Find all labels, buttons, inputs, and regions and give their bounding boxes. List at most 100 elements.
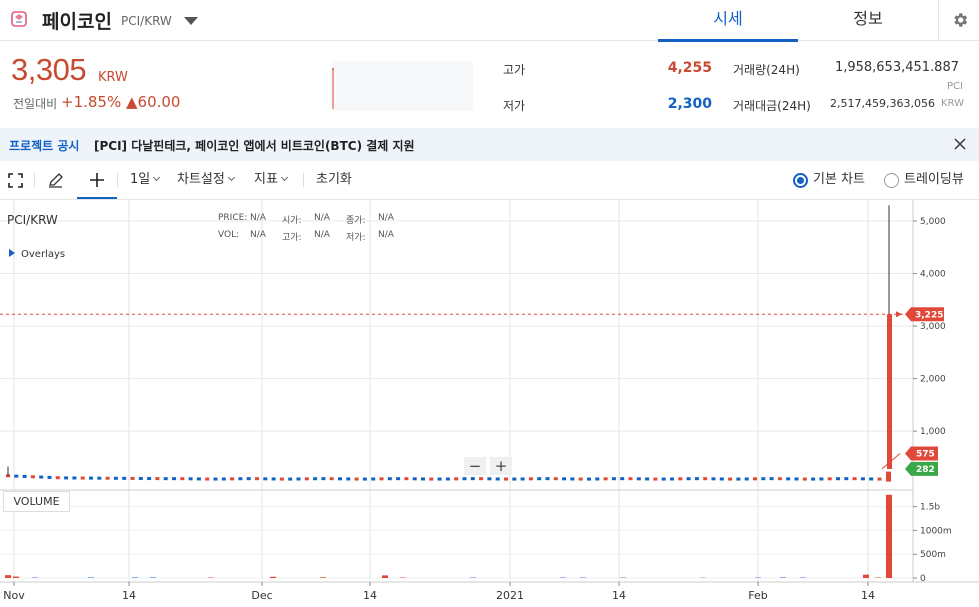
candle — [886, 471, 891, 482]
candle — [138, 476, 143, 480]
candle — [196, 477, 201, 481]
indicators-dropdown[interactable]: 지표 — [254, 161, 288, 199]
last-price-label: 3,225 — [915, 310, 943, 320]
candle — [205, 477, 210, 481]
trade-value-unit: KRW — [941, 98, 964, 109]
candle — [645, 477, 650, 481]
info-low-value: N/A — [378, 230, 394, 240]
candle — [470, 477, 475, 481]
candle — [686, 477, 691, 481]
tradingview-label[interactable]: 트레이딩뷰 — [904, 161, 964, 199]
overlays-label: Overlays — [21, 249, 66, 260]
candle — [786, 477, 791, 481]
candle — [404, 477, 409, 481]
candle — [811, 477, 816, 481]
candle — [246, 477, 251, 481]
tab-info[interactable]: 정보 — [798, 0, 938, 41]
fullscreen-icon[interactable] — [8, 173, 23, 188]
candle — [279, 477, 284, 481]
candle — [744, 477, 749, 481]
low-label: 저가 — [503, 99, 526, 113]
candle — [130, 476, 135, 480]
candle — [887, 314, 892, 469]
trade-value: 2,517,459,363,056 — [830, 97, 935, 110]
candle — [844, 477, 849, 481]
radio-tradingview[interactable] — [884, 173, 899, 188]
x-tick-label: 14 — [861, 589, 875, 602]
radio-basic-chart[interactable] — [793, 173, 808, 188]
close-icon[interactable] — [954, 138, 966, 150]
candle — [379, 477, 384, 481]
price-chart[interactable]: 5,000 4,000 3,000 2,000 1,000 1.5b 1000m 500m 0 N… — [0, 200, 979, 607]
candle — [296, 477, 301, 481]
candle — [362, 477, 367, 481]
candle — [445, 477, 450, 481]
change-rate: +1.85% — [61, 93, 122, 111]
candle — [437, 477, 442, 481]
candle — [694, 477, 699, 481]
pair-dropdown-icon[interactable] — [184, 17, 198, 25]
change-amount: ▲60.00 — [126, 93, 181, 111]
candle — [703, 477, 708, 481]
x-tick-label: 14 — [122, 589, 136, 602]
candle — [595, 477, 600, 481]
basic-chart-label[interactable]: 기본 차트 — [813, 161, 865, 199]
info-vol-label: VOL: — [218, 230, 240, 240]
candle — [412, 477, 417, 481]
x-tick-label: 14 — [612, 589, 626, 602]
interval-dropdown[interactable]: 1일 — [130, 161, 161, 199]
candle — [462, 477, 467, 481]
candle — [794, 477, 799, 481]
volume-button[interactable]: VOLUME — [3, 491, 70, 512]
candle — [147, 477, 152, 481]
crosshair-button[interactable] — [77, 161, 117, 199]
notice-text[interactable]: [PCI] 다날핀테크, 페이코인 앱에서 비트코인(BTC) 결제 지원 — [94, 137, 415, 154]
candle — [230, 477, 235, 481]
candle — [396, 477, 401, 481]
settings-button[interactable] — [938, 0, 979, 41]
candle — [653, 477, 658, 481]
overlays-toggle[interactable]: Overlays — [9, 249, 65, 260]
mini-chart-line — [332, 68, 334, 109]
candle — [155, 477, 160, 481]
candle — [39, 475, 44, 479]
candle — [753, 477, 757, 481]
y-tick-label: 5,000 — [920, 217, 946, 227]
candle — [263, 477, 268, 481]
candle — [22, 474, 27, 478]
candle — [537, 477, 542, 481]
candle — [570, 477, 575, 481]
reset-button[interactable]: 초기화 — [316, 161, 352, 199]
zoom-in-button[interactable]: + — [490, 457, 512, 475]
interval-label: 1일 — [130, 172, 151, 187]
candle — [719, 477, 724, 481]
chart-settings-dropdown[interactable]: 차트설정 — [177, 161, 235, 199]
volume-tick-label: 1.5b — [920, 503, 940, 513]
candle — [678, 477, 683, 481]
candle — [504, 477, 508, 481]
notice-tag: 프로젝트 공시 — [9, 139, 80, 153]
candle — [55, 476, 60, 480]
candle — [346, 477, 351, 481]
volume-unit: PCI — [947, 81, 963, 92]
candle — [313, 477, 318, 481]
info-open-value: N/A — [314, 213, 330, 223]
candle — [852, 477, 857, 481]
candle — [620, 477, 625, 481]
candle — [354, 477, 359, 481]
candle — [661, 477, 666, 481]
chevron-down-icon — [280, 173, 288, 182]
notice-bar[interactable]: 프로젝트 공시 [PCI] 다날핀테크, 페이코인 앱에서 비트코인(BTC) … — [0, 128, 979, 161]
volume-bar — [886, 494, 892, 578]
candle — [429, 477, 434, 481]
candle — [89, 476, 93, 480]
chart-canvas[interactable]: 5,000 4,000 3,000 2,000 1,000 1.5b 1000m 500m 0 N… — [0, 200, 979, 607]
app-header: 페이코인 PCI/KRW 시세 정보 — [0, 0, 979, 42]
zoom-out-button[interactable]: − — [464, 457, 486, 475]
candle — [321, 477, 326, 481]
candle — [578, 477, 583, 481]
volume-bar — [320, 577, 326, 578]
candle — [271, 477, 276, 481]
tab-market[interactable]: 시세 — [658, 0, 798, 42]
pencil-icon[interactable] — [47, 172, 64, 189]
